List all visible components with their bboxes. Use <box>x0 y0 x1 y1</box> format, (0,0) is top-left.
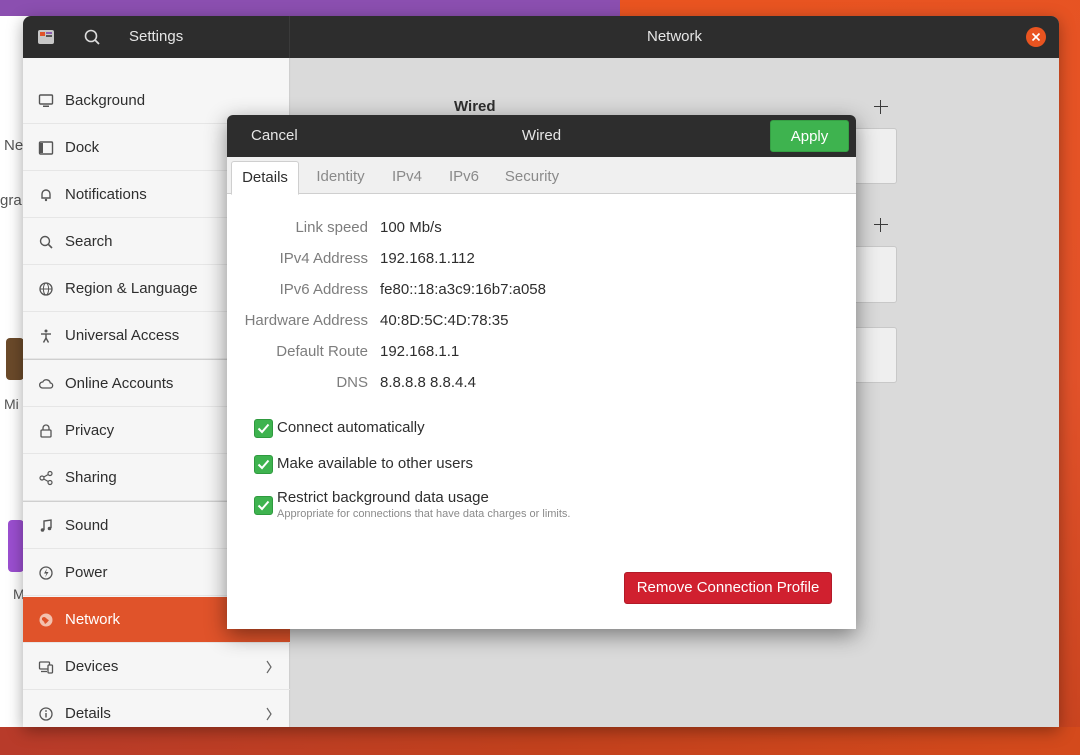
detail-row-dns: DNS 8.8.8.8 8.8.4.4 <box>227 374 856 394</box>
search-icon <box>36 232 56 252</box>
detail-label: Hardware Address <box>244 312 368 329</box>
detail-row-hardware-address: Hardware Address 40:8D:5C:4D:78:35 <box>227 312 856 332</box>
sidebar-item-devices[interactable]: Devices <box>23 644 290 690</box>
search-icon <box>84 29 100 45</box>
dialog-title: Wired <box>521 127 562 144</box>
make-available-label: Make available to other users <box>277 455 473 472</box>
sidebar-item-label: Privacy <box>65 422 115 439</box>
globe-icon <box>36 279 56 299</box>
desktop-wallpaper-bottom <box>0 727 1080 755</box>
detail-value: fe80::18:a3c9:16b7:a058 <box>380 281 546 298</box>
close-icon <box>1031 32 1041 42</box>
detail-label: Default Route <box>276 343 368 360</box>
checkmark-icon <box>257 500 270 511</box>
cloud-icon <box>36 374 56 394</box>
detail-row-link-speed: Link speed 100 Mb/s <box>227 219 856 239</box>
add-wired-connection-button[interactable] <box>874 100 888 114</box>
background-app-icon <box>8 520 24 572</box>
restrict-background-data-checkbox[interactable] <box>254 496 273 515</box>
share-icon <box>36 468 56 488</box>
app-title: Settings <box>129 28 184 45</box>
wired-section-heading: Wired <box>454 98 496 115</box>
monitor-icon <box>36 91 56 111</box>
sidebar-item-label: Sound <box>65 517 109 534</box>
sidebar-item-label: Network <box>65 611 121 628</box>
detail-label: DNS <box>336 374 368 391</box>
detail-value: 40:8D:5C:4D:78:35 <box>380 312 509 329</box>
sidebar-item-label: Sharing <box>65 469 117 486</box>
detail-row-ipv4-address: IPv4 Address 192.168.1.112 <box>227 250 856 270</box>
make-available-option[interactable]: Make available to other users <box>254 455 494 475</box>
dialog-headerbar: Cancel Wired Apply <box>227 115 856 157</box>
add-vpn-button[interactable] <box>874 218 888 232</box>
restrict-background-data-label: Restrict background data usage <box>277 489 489 506</box>
background-text-fragment: gra <box>0 192 22 209</box>
headerbar-left: Settings <box>23 16 290 58</box>
sidebar-item-label: Universal Access <box>65 327 180 344</box>
restrict-background-data-option[interactable]: Restrict background data usage Appropria… <box>254 489 594 525</box>
sidebar-item-label: Devices <box>65 658 119 675</box>
tab-security[interactable]: Security <box>497 161 567 195</box>
sidebar-item-label: Details <box>65 705 111 722</box>
detail-label: IPv4 Address <box>279 250 368 267</box>
detail-value: 8.8.8.8 8.8.4.4 <box>380 374 476 391</box>
dock-icon <box>36 138 56 158</box>
checkmark-icon <box>257 459 270 470</box>
detail-value: 100 Mb/s <box>380 219 442 236</box>
sidebar-item-label: Region & Language <box>65 280 198 297</box>
detail-value: 192.168.1.1 <box>380 343 460 360</box>
cancel-button[interactable]: Cancel <box>238 123 311 149</box>
apply-button[interactable]: Apply <box>770 120 849 152</box>
info-icon <box>36 704 56 724</box>
power-icon <box>36 563 56 583</box>
detail-value: 192.168.1.112 <box>380 250 475 267</box>
sidebar-item-details[interactable]: Details <box>23 691 290 727</box>
detail-label: IPv6 Address <box>279 281 368 298</box>
tab-details[interactable]: Details <box>231 161 299 195</box>
music-note-icon <box>36 516 56 536</box>
sidebar-item-label: Dock <box>65 139 100 156</box>
detail-label: Link speed <box>295 219 368 236</box>
sidebar-item-label: Online Accounts <box>65 375 174 392</box>
settings-app-icon <box>37 28 55 46</box>
background-text-fragment: Ne <box>4 137 24 154</box>
detail-row-default-route: Default Route 192.168.1.1 <box>227 343 856 363</box>
make-available-checkbox[interactable] <box>254 455 273 474</box>
checkmark-icon <box>257 423 270 434</box>
sidebar-item-label: Background <box>65 92 146 109</box>
connect-automatically-option[interactable]: Connect automatically <box>254 419 454 439</box>
close-window-button[interactable] <box>1026 27 1046 47</box>
tab-ipv4[interactable]: IPv4 <box>383 161 431 195</box>
dialog-tabs: Details Identity IPv4 IPv6 Security <box>227 157 856 195</box>
search-button[interactable] <box>81 26 103 48</box>
remove-connection-profile-button[interactable]: Remove Connection Profile <box>624 572 832 604</box>
sidebar-item-label: Notifications <box>65 186 147 203</box>
background-window-banner <box>0 0 622 16</box>
chevron-right-icon <box>266 707 272 721</box>
background-text-fragment: Mi <box>4 396 19 412</box>
restrict-background-data-description: Appropriate for connections that have da… <box>277 508 571 520</box>
wired-connection-dialog: Cancel Wired Apply Details Identity IPv4… <box>227 115 856 629</box>
connect-automatically-label: Connect automatically <box>277 419 425 436</box>
accessibility-icon <box>36 326 56 346</box>
window-headerbar: Settings Network <box>23 16 1059 58</box>
panel-title: Network <box>646 28 702 45</box>
sidebar-item-label: Search <box>65 233 113 250</box>
detail-row-ipv6-address: IPv6 Address fe80::18:a3c9:16b7:a058 <box>227 281 856 301</box>
network-globe-icon <box>36 610 56 630</box>
background-app-icon <box>6 338 24 380</box>
bell-icon <box>36 185 56 205</box>
tab-identity[interactable]: Identity <box>307 161 374 195</box>
chevron-right-icon <box>266 660 272 674</box>
lock-icon <box>36 421 56 441</box>
tab-ipv6[interactable]: IPv6 <box>440 161 488 195</box>
connect-automatically-checkbox[interactable] <box>254 419 273 438</box>
sidebar-item-label: Power <box>65 564 108 581</box>
devices-icon <box>36 657 56 677</box>
